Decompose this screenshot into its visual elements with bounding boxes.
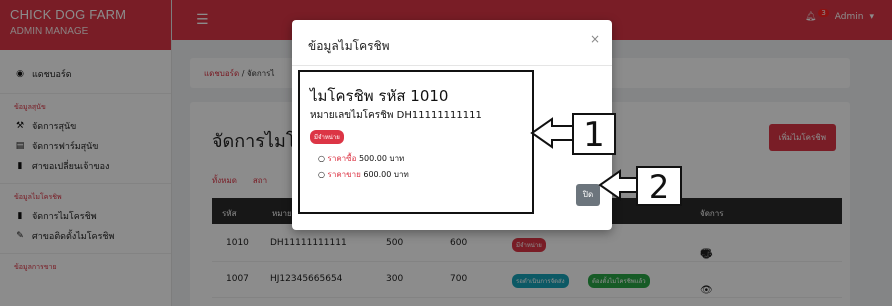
modal-title: ข้อมูลไมโครชิพ bbox=[308, 39, 390, 53]
status-badge: มีจำหน่าย bbox=[310, 130, 344, 144]
microchip-number: หมายเลขไมโครชิพ DH11111111111 bbox=[310, 110, 482, 121]
modal-header: ข้อมูลไมโครชิพ × bbox=[292, 20, 612, 66]
bullet-icon: ○ bbox=[318, 170, 328, 179]
sell-price-value: 600.00 บาท bbox=[363, 170, 409, 179]
buy-price-label: ราคาซื้อ bbox=[327, 154, 357, 163]
microchip-info-modal: ข้อมูลไมโครชิพ × ไมโครชิพ รหัส 1010 หมาย… bbox=[292, 20, 612, 230]
buy-price: ○ ราคาซื้อ 500.00 บาท bbox=[318, 152, 404, 165]
sell-price: ○ ราคาขาย 600.00 บาท bbox=[318, 168, 409, 181]
close-button[interactable]: ปิด bbox=[576, 184, 600, 206]
microchip-code-title: ไมโครชิพ รหัส 1010 bbox=[310, 87, 449, 105]
callout-2: 2 bbox=[636, 166, 682, 206]
close-icon[interactable]: × bbox=[590, 32, 600, 46]
sell-price-label: ราคาขาย bbox=[327, 170, 361, 179]
buy-price-value: 500.00 บาท bbox=[358, 154, 405, 163]
callout-1: 1 bbox=[572, 113, 616, 155]
bullet-icon: ○ bbox=[318, 154, 328, 163]
microchip-details: ไมโครชิพ รหัส 1010 หมายเลขไมโครชิพ DH111… bbox=[298, 70, 534, 214]
